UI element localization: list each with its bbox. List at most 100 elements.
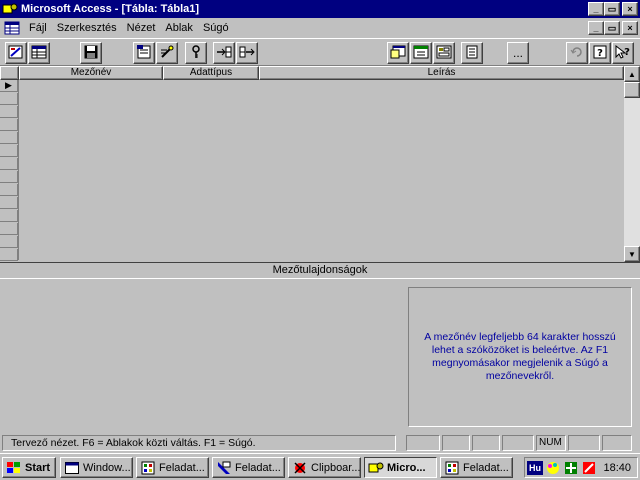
app-restore-button[interactable]: ▭: [604, 2, 620, 16]
svg-text:?: ?: [597, 48, 603, 59]
properties-button[interactable]: [133, 42, 155, 64]
insert-row-button[interactable]: [213, 42, 235, 64]
primary-key-button[interactable]: [185, 42, 207, 64]
row-selector[interactable]: [0, 184, 18, 196]
task-label: Feladat...: [235, 461, 281, 474]
column-header-description[interactable]: Leírás: [259, 66, 624, 80]
insert-row-icon: [216, 45, 232, 62]
database-window-button[interactable]: [387, 42, 409, 64]
status-text: Tervező nézet. F6 = Ablakok közti váltás…: [2, 435, 396, 451]
delete-row-icon: [239, 45, 255, 62]
svg-text:?: ?: [624, 47, 630, 58]
build-button[interactable]: [156, 42, 178, 64]
task-button-windows[interactable]: Window...: [60, 457, 133, 478]
autoform-icon: [436, 45, 452, 62]
window-icon: [64, 461, 80, 475]
clock[interactable]: 18:40: [603, 462, 631, 474]
triangle-up-icon: ▲: [628, 69, 636, 79]
report-button[interactable]: [461, 42, 483, 64]
row-selector[interactable]: [0, 197, 18, 209]
undo-arrow-icon: [570, 45, 584, 62]
save-button[interactable]: [80, 42, 102, 64]
autoform-button[interactable]: [433, 42, 455, 64]
paint-palette-icon[interactable]: [545, 461, 561, 475]
row-selector[interactable]: [0, 93, 18, 105]
menu-bar: Fájl Szerkesztés Nézet Ablak Súgó _ ▭ ×: [0, 18, 640, 37]
wand-icon: [159, 45, 175, 62]
taskbar: Start Window... Feladat... Feladat... Cl…: [0, 453, 640, 480]
task-button-feladat-3[interactable]: Feladat...: [440, 457, 513, 478]
row-selector[interactable]: [0, 223, 18, 235]
doc-minimize-button[interactable]: _: [588, 21, 604, 35]
row-selector[interactable]: [0, 210, 18, 222]
menu-file[interactable]: Fájl: [24, 22, 52, 34]
row-selector[interactable]: [0, 119, 18, 131]
start-button[interactable]: Start: [2, 457, 56, 478]
grid-vertical-scrollbar[interactable]: ▲ ▼: [624, 66, 640, 262]
access-key-icon[interactable]: [2, 2, 18, 16]
datasheet-view-button[interactable]: [28, 42, 50, 64]
new-object-button[interactable]: [410, 42, 432, 64]
app-close-button[interactable]: ×: [622, 2, 638, 16]
task-scheduler-icon: [140, 461, 156, 475]
triangle-down-icon: ▼: [628, 249, 636, 259]
access-key-icon: [368, 461, 384, 475]
num-lock-indicator: NUM: [536, 435, 566, 451]
row-selector[interactable]: [0, 249, 18, 261]
app-minimize-button[interactable]: _: [588, 2, 604, 16]
row-selector[interactable]: [0, 158, 18, 170]
grid-body[interactable]: [18, 80, 624, 260]
floppy-disk-icon: [84, 45, 98, 62]
task-button-clipboard[interactable]: Clipboar...: [288, 457, 361, 478]
row-selector[interactable]: [0, 236, 18, 248]
windows-logo-icon: [6, 461, 22, 475]
task-label: Clipboar...: [311, 461, 361, 474]
no-entry-icon[interactable]: [581, 461, 597, 475]
design-view-button[interactable]: [5, 42, 27, 64]
menu-edit[interactable]: Szerkesztés: [52, 22, 122, 34]
task-label: Feladat...: [159, 461, 205, 474]
task-scheduler-icon: [216, 461, 232, 475]
status-panel: [568, 435, 600, 451]
language-indicator[interactable]: Hu: [527, 460, 543, 475]
column-header-field-name[interactable]: Mezőnév: [19, 66, 163, 80]
title-bar[interactable]: Microsoft Access - [Tábla: Tábla1] _ ▭ ×: [0, 0, 640, 18]
field-design-grid: Mezőnév Adattípus Leírás ▶ ▲ ▼: [0, 66, 640, 262]
column-header-data-type[interactable]: Adattípus: [163, 66, 259, 80]
doc-close-button[interactable]: ×: [622, 21, 638, 35]
undo-button[interactable]: [566, 42, 588, 64]
field-properties-pane[interactable]: A mezőnév legfeljebb 64 karakter hosszú …: [0, 278, 640, 432]
menu-view[interactable]: Nézet: [122, 22, 161, 34]
scroll-up-button[interactable]: ▲: [624, 66, 640, 82]
row-selector[interactable]: [0, 145, 18, 157]
system-tray: Hu 18:40: [524, 457, 638, 478]
network-icon[interactable]: [563, 461, 579, 475]
doc-restore-button[interactable]: ▭: [604, 21, 620, 35]
task-button-microsoft-access[interactable]: Micro...: [364, 457, 437, 478]
scroll-down-button[interactable]: ▼: [624, 246, 640, 262]
help-button[interactable]: ?: [589, 42, 611, 64]
clipboard-icon: [292, 461, 308, 475]
datasheet-icon: [31, 45, 47, 62]
delete-row-button[interactable]: [236, 42, 258, 64]
scroll-thumb[interactable]: [624, 82, 640, 98]
row-selector[interactable]: [0, 171, 18, 183]
menu-window[interactable]: Ablak: [160, 22, 198, 34]
help-pointer-icon: ?: [615, 44, 631, 62]
whats-this-help-button[interactable]: ?: [612, 42, 634, 64]
more-button[interactable]: ...: [507, 42, 529, 64]
toolbar: ... ? ?: [0, 38, 640, 66]
task-button-feladat-1[interactable]: Feladat...: [136, 457, 209, 478]
row-selector[interactable]: [0, 132, 18, 144]
grid-header-row: Mezőnév Adattípus Leírás: [0, 66, 624, 80]
table-document-icon[interactable]: [4, 21, 20, 35]
report-icon: [465, 45, 479, 62]
grid-corner[interactable]: [0, 66, 19, 80]
field-help-box: A mezőnév legfeljebb 64 karakter hosszú …: [408, 287, 632, 427]
design-view-icon: [8, 44, 24, 63]
current-row-indicator[interactable]: ▶: [0, 80, 18, 92]
row-selector[interactable]: [0, 106, 18, 118]
menu-help[interactable]: Súgó: [198, 22, 234, 34]
task-label: Micro...: [387, 461, 426, 474]
task-button-feladat-2[interactable]: Feladat...: [212, 457, 285, 478]
